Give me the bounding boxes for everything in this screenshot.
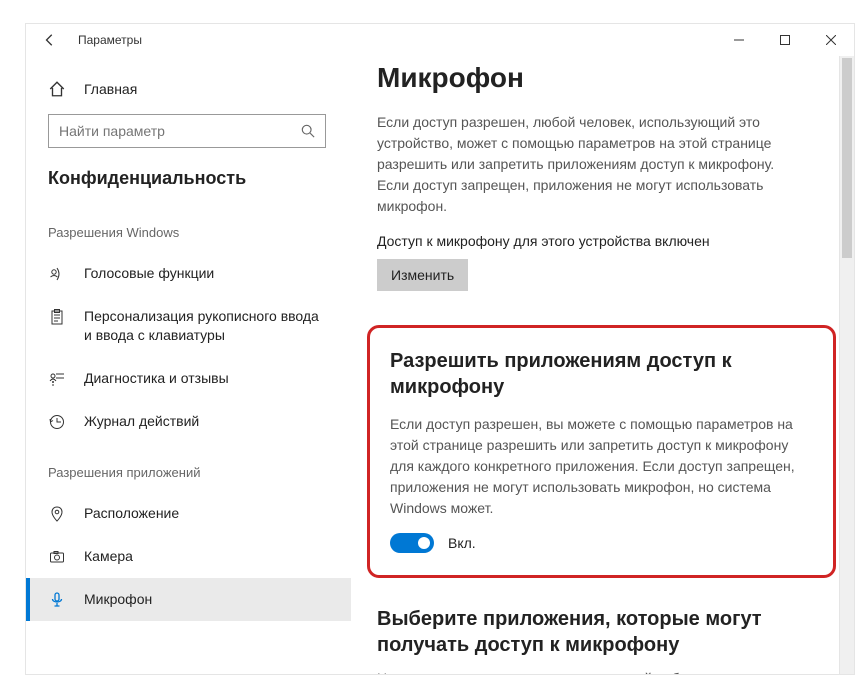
category-title: Конфиденциальность [26,168,351,203]
feedback-icon [48,370,66,388]
page-title: Микрофон [377,62,830,94]
search-wrap [26,108,351,168]
sidebar-section-windows-permissions: Разрешения Windows [26,203,351,252]
home-icon [48,80,66,98]
content-area: Главная Конфиденциальность Разрешения Wi… [26,56,854,674]
microphone-icon [48,591,66,609]
sidebar-item-microphone[interactable]: Микрофон [26,578,351,621]
sidebar-item-label: Камера [84,547,133,566]
sidebar-item-label: Микрофон [84,590,152,609]
camera-icon [48,548,66,566]
sidebar-item-label: Голосовые функции [84,264,214,283]
change-button[interactable]: Изменить [377,259,468,291]
arrow-left-icon [43,33,57,47]
back-button[interactable] [36,26,64,54]
device-access-status: Доступ к микрофону для этого устройства … [377,233,830,249]
intro-text: Если доступ разрешен, любой человек, исп… [377,112,787,217]
clipboard-icon [48,308,66,326]
sidebar-item-location[interactable]: Расположение [26,492,351,535]
sidebar: Главная Конфиденциальность Разрешения Wi… [26,56,351,674]
choose-apps-title: Выберите приложения, которые могут получ… [377,606,787,658]
search-icon [301,124,315,138]
titlebar: Параметры [26,24,854,56]
close-button[interactable] [808,24,854,56]
location-icon [48,505,66,523]
sidebar-item-diagnostics[interactable]: Диагностика и отзывы [26,357,351,400]
window-title: Параметры [78,33,142,47]
sidebar-home[interactable]: Главная [26,70,351,108]
minimize-button[interactable] [716,24,762,56]
allow-apps-toggle[interactable] [390,533,434,553]
choose-apps-desc: Некоторым приложениям для правильной раб… [377,668,787,674]
sidebar-item-label: Журнал действий [84,412,199,431]
allow-apps-title: Разрешить приложениям доступ к микрофону [390,348,813,400]
sidebar-item-inking[interactable]: Персонализация рукописного ввода и ввода… [26,295,351,357]
settings-window: Параметры Главная [25,23,855,675]
maximize-icon [780,35,790,45]
window-controls [716,24,854,56]
sidebar-section-app-permissions: Разрешения приложений [26,443,351,492]
sidebar-item-label: Расположение [84,504,179,523]
history-icon [48,413,66,431]
allow-apps-toggle-label: Вкл. [448,535,476,551]
allow-apps-desc: Если доступ разрешен, вы можете с помощь… [390,414,800,519]
maximize-button[interactable] [762,24,808,56]
voice-icon [48,265,66,283]
search-box[interactable] [48,114,326,148]
minimize-icon [734,35,744,45]
sidebar-home-label: Главная [84,81,137,97]
sidebar-item-activity[interactable]: Журнал действий [26,400,351,443]
sidebar-item-label: Персонализация рукописного ввода и ввода… [84,307,329,345]
allow-apps-section: Разрешить приложениям доступ к микрофону… [367,325,836,578]
search-input[interactable] [59,123,301,139]
main-panel: Микрофон Если доступ разрешен, любой чел… [351,56,854,674]
sidebar-item-camera[interactable]: Камера [26,535,351,578]
close-icon [826,35,836,45]
allow-apps-toggle-row: Вкл. [390,533,813,553]
sidebar-item-label: Диагностика и отзывы [84,369,229,388]
scrollbar[interactable] [839,56,854,674]
sidebar-item-voice[interactable]: Голосовые функции [26,252,351,295]
